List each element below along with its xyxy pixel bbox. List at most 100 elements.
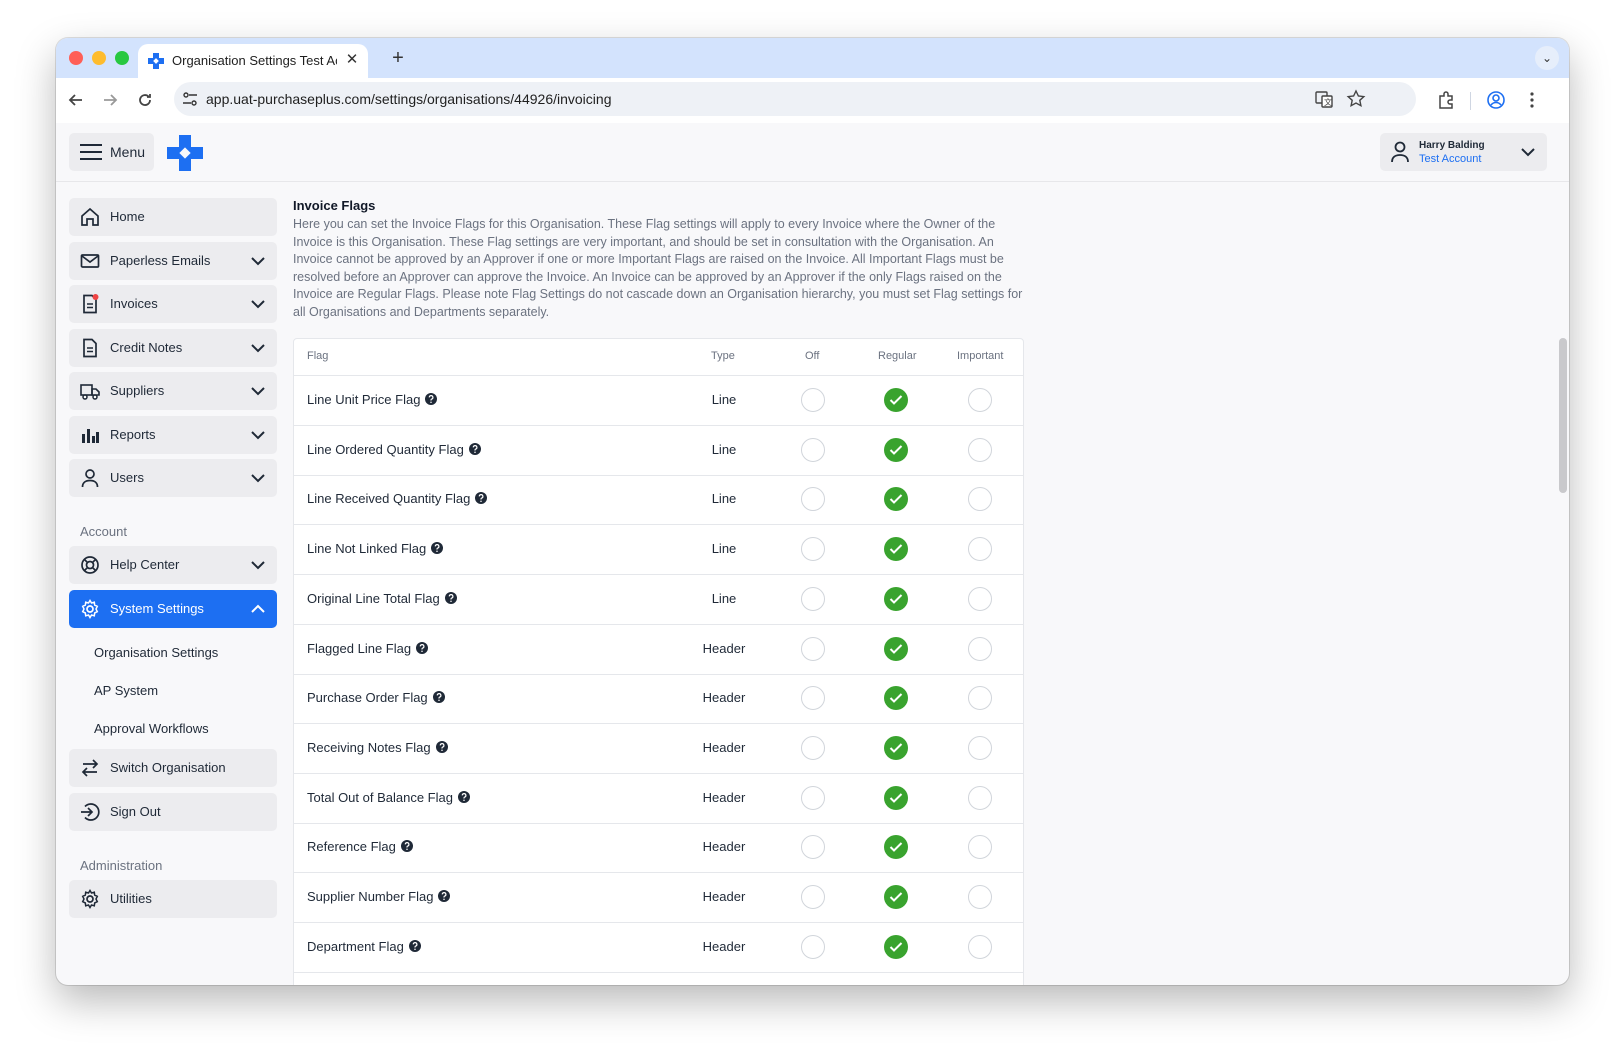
- extensions-puzzle-icon[interactable]: [1436, 90, 1456, 110]
- sidebar-subitem-ap-system[interactable]: AP System: [94, 683, 158, 698]
- radio-off[interactable]: [801, 487, 825, 512]
- reload-icon[interactable]: [133, 88, 157, 112]
- radio-regular[interactable]: [884, 686, 908, 711]
- radio-regular[interactable]: [884, 537, 908, 562]
- user-menu-button[interactable]: Harry Balding Test Account: [1380, 133, 1547, 171]
- radio-regular[interactable]: [884, 586, 908, 611]
- radio-important[interactable]: [968, 785, 992, 810]
- menu-button[interactable]: Menu: [69, 133, 154, 171]
- radio-regular[interactable]: [884, 388, 908, 412]
- purchaseplus-logo-icon[interactable]: [167, 135, 203, 171]
- table-row: Line Not Linked Flag Line: [294, 525, 1023, 576]
- help-question-icon[interactable]: [400, 840, 413, 853]
- radio-off[interactable]: [801, 586, 825, 611]
- help-question-icon[interactable]: [444, 591, 457, 604]
- sidebar-item-home[interactable]: Home: [69, 198, 277, 236]
- sidebar-item-help-center[interactable]: Help Center: [69, 546, 277, 584]
- sidebar-item-switch-organisation[interactable]: Switch Organisation: [69, 749, 277, 787]
- help-question-icon[interactable]: [408, 939, 421, 952]
- radio-important[interactable]: [968, 835, 992, 860]
- site-settings-icon[interactable]: [182, 91, 198, 107]
- radio-important[interactable]: [968, 487, 992, 512]
- table-row: Original Line Total Flag Line: [294, 575, 1023, 625]
- radio-important[interactable]: [968, 636, 992, 661]
- sidebar-item-system-settings[interactable]: System Settings: [69, 590, 277, 628]
- sidebar-subitem-approval-workflows[interactable]: Approval Workflows: [94, 721, 209, 736]
- help-question-icon[interactable]: [425, 393, 438, 405]
- sidebar-item-utilities[interactable]: Utilities: [69, 880, 277, 918]
- radio-off[interactable]: [801, 735, 825, 760]
- translate-icon[interactable]: 文: [1314, 89, 1334, 109]
- radio-important[interactable]: [968, 437, 992, 462]
- help-question-icon[interactable]: [416, 641, 429, 654]
- sidebar-item-reports[interactable]: Reports: [69, 416, 277, 454]
- url-text[interactable]: app.uat-purchaseplus.com/settings/organi…: [206, 91, 611, 107]
- new-tab-button[interactable]: +: [386, 46, 410, 70]
- sidebar-item-credit-notes[interactable]: Credit Notes: [69, 329, 277, 367]
- sidebar-item-invoices[interactable]: Invoices: [69, 285, 277, 323]
- radio-important[interactable]: [968, 586, 992, 611]
- sidebar-item-label: Reports: [110, 427, 156, 442]
- help-question-icon[interactable]: [438, 890, 451, 902]
- sidebar-item-label: Switch Organisation: [110, 760, 226, 775]
- address-bar[interactable]: app.uat-purchaseplus.com/settings/organi…: [174, 82, 1416, 116]
- profile-icon[interactable]: [1486, 90, 1506, 110]
- help-question-icon[interactable]: [432, 691, 445, 704]
- page-scrollbar[interactable]: [1559, 338, 1567, 493]
- back-arrow-icon[interactable]: [64, 88, 88, 112]
- tab-close-icon[interactable]: ✕: [343, 51, 361, 69]
- sidebar-subitem-organisation-settings[interactable]: Organisation Settings: [94, 645, 218, 660]
- radio-regular[interactable]: [884, 885, 908, 909]
- radio-important[interactable]: [968, 735, 992, 760]
- radio-important[interactable]: [968, 885, 992, 909]
- radio-regular[interactable]: [884, 934, 908, 959]
- radio-regular[interactable]: [884, 636, 908, 661]
- browser-tab[interactable]: Organisation Settings Test Ac ✕: [138, 44, 368, 78]
- gear-icon: [81, 599, 99, 619]
- radio-important[interactable]: [968, 686, 992, 711]
- checkmark-icon: [889, 444, 903, 455]
- radio-off[interactable]: [801, 636, 825, 661]
- chevron-down-icon: [251, 300, 265, 309]
- radio-regular[interactable]: [884, 785, 908, 810]
- menu-label: Menu: [110, 144, 146, 160]
- sidebar-item-users[interactable]: Users: [69, 459, 277, 497]
- radio-off[interactable]: [801, 437, 825, 462]
- radio-regular[interactable]: [884, 437, 908, 462]
- section-description: Here you can set the Invoice Flags for t…: [293, 217, 1023, 319]
- tab-search-dropdown-icon[interactable]: ⌄: [1535, 46, 1559, 70]
- help-question-icon[interactable]: [475, 492, 488, 505]
- radio-off[interactable]: [801, 885, 825, 909]
- radio-off[interactable]: [801, 537, 825, 562]
- column-header-off: Off: [805, 350, 820, 362]
- radio-important[interactable]: [968, 388, 992, 412]
- maximize-window-button[interactable]: [115, 51, 129, 65]
- help-question-icon[interactable]: [457, 790, 470, 803]
- radio-regular[interactable]: [884, 735, 908, 760]
- help-question-icon[interactable]: [435, 740, 448, 753]
- flag-name: Line Unit Price Flag: [307, 392, 438, 407]
- bookmark-star-icon[interactable]: [1346, 89, 1366, 109]
- checkmark-icon: [889, 494, 903, 505]
- more-options-icon[interactable]: [1522, 90, 1542, 110]
- flag-name-text: Department Flag: [307, 938, 404, 954]
- radio-important[interactable]: [968, 537, 992, 562]
- sidebar-item-label: Credit Notes: [110, 340, 183, 355]
- radio-regular[interactable]: [884, 835, 908, 860]
- radio-off[interactable]: [801, 686, 825, 711]
- radio-off[interactable]: [801, 934, 825, 959]
- radio-important[interactable]: [968, 934, 992, 959]
- radio-off[interactable]: [801, 388, 825, 412]
- sidebar-item-paperless-emails[interactable]: Paperless Emails: [69, 242, 277, 280]
- radio-regular[interactable]: [884, 487, 908, 512]
- close-window-button[interactable]: [69, 51, 83, 65]
- minimize-window-button[interactable]: [92, 51, 106, 65]
- forward-arrow-icon[interactable]: [98, 88, 122, 112]
- radio-off[interactable]: [801, 785, 825, 810]
- help-question-icon[interactable]: [468, 442, 481, 455]
- flag-name: Line Not Linked Flag: [307, 541, 444, 556]
- sidebar-item-suppliers[interactable]: Suppliers: [69, 372, 277, 410]
- sidebar-item-sign-out[interactable]: Sign Out: [69, 793, 277, 831]
- help-question-icon[interactable]: [431, 542, 444, 555]
- radio-off[interactable]: [801, 835, 825, 860]
